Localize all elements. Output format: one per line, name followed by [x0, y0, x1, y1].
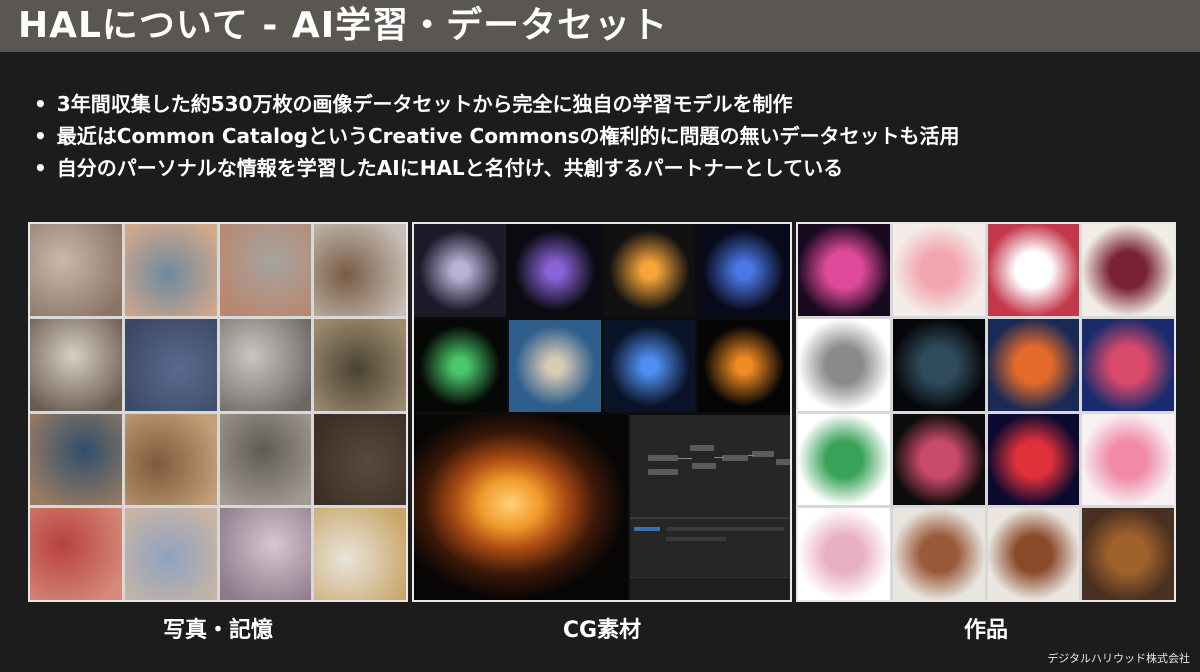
node-box — [690, 445, 714, 451]
blurred-photo-5-image — [314, 508, 406, 600]
bullet-item: 3年間収集した約530万枚の画像データセットから完全に独自の学習モデルを制作 — [34, 88, 960, 120]
blurred-photo-3-image — [124, 508, 217, 600]
blurred-photo-1-image — [314, 413, 406, 506]
mushroom-cloud-image — [508, 319, 601, 412]
kids-photo-3-image — [219, 318, 312, 411]
kid-portrait-image — [124, 318, 217, 411]
floral-symmetry-image — [798, 508, 890, 600]
blurred-photo-4-image — [219, 508, 312, 600]
node-box — [776, 459, 790, 465]
title-bar: HALについて - AI学習・データセット — [0, 0, 1200, 52]
flower-triptych-image — [987, 224, 1080, 316]
dark-ink-image — [892, 318, 985, 411]
footer-company: デジタルハリウッド株式会社 — [1047, 652, 1190, 665]
baby-photo-3-image — [219, 224, 312, 316]
node-wire — [748, 455, 754, 456]
node-box — [648, 469, 678, 475]
works-grid — [798, 224, 1174, 600]
flower-mandala-image — [1082, 224, 1174, 316]
kids-photo-1-image — [314, 224, 406, 316]
cg-panel — [412, 222, 792, 602]
cg-caption: CG素材 — [562, 618, 642, 643]
ink-symmetry-image — [798, 224, 890, 316]
family-dinner-image — [124, 413, 217, 506]
wood-frame-image — [1082, 508, 1174, 600]
kids-photo-2-image — [30, 318, 122, 411]
tv-room-photo-image — [30, 413, 122, 506]
red-ink-image — [987, 413, 1080, 506]
photos-grid — [30, 224, 406, 600]
bullet-item: 最近はCommon CatalogというCreative Commonsの権利的… — [34, 120, 960, 152]
node-editor-screenshot — [628, 415, 790, 600]
fractal-image — [1082, 318, 1174, 411]
cg-grid — [414, 224, 790, 412]
clay-sculpture-image — [987, 508, 1080, 600]
rose-heart-image — [892, 224, 985, 316]
tab-highlight — [634, 527, 660, 531]
green-ring-image — [414, 319, 506, 412]
green-symmetry-image — [798, 413, 890, 506]
property-row — [666, 537, 726, 541]
cg-bottom-row — [414, 415, 790, 600]
blue-burst-image — [698, 224, 790, 317]
panel-divider — [630, 517, 790, 519]
smoke-symmetry-image — [798, 318, 890, 411]
fire-smoke-image — [603, 224, 696, 317]
bullet-list: 3年間収集した約530万枚の画像データセットから完全に独自の学習モデルを制作 最… — [34, 88, 960, 184]
vortex-render-image — [414, 224, 506, 317]
clay-figure-image — [892, 508, 985, 600]
works-panel — [796, 222, 1176, 602]
timeline-bar — [630, 577, 790, 600]
baby-photo-1-image — [30, 224, 122, 316]
node-wire — [714, 457, 724, 458]
property-row — [666, 527, 784, 531]
node-box — [752, 451, 774, 457]
flower-pink-image — [1082, 413, 1174, 506]
node-wire — [678, 458, 692, 459]
purple-smoke-image — [508, 224, 601, 317]
photos-caption: 写真・記憶 — [162, 618, 273, 643]
bullet-item: 自分のパーソナルな情報を学習したAIにHALと名付け、共創するパートナーとしてい… — [34, 152, 960, 184]
explosion-render — [414, 415, 628, 600]
photos-panel — [28, 222, 408, 602]
group-photo-image — [219, 413, 312, 506]
kaleido-orange-image — [987, 318, 1080, 411]
works-caption: 作品 — [963, 618, 1008, 643]
rose-sphere-image — [892, 413, 985, 506]
node-box — [692, 463, 716, 469]
room-photo-image — [314, 318, 406, 411]
node-box — [722, 455, 748, 461]
node-box — [648, 455, 678, 461]
slide-title: HALについて - AI学習・データセット — [18, 5, 669, 46]
flames-image — [698, 319, 790, 412]
blue-energy-image — [603, 319, 696, 412]
blurred-photo-2-image — [30, 508, 122, 600]
baby-photo-2-image — [124, 224, 217, 316]
